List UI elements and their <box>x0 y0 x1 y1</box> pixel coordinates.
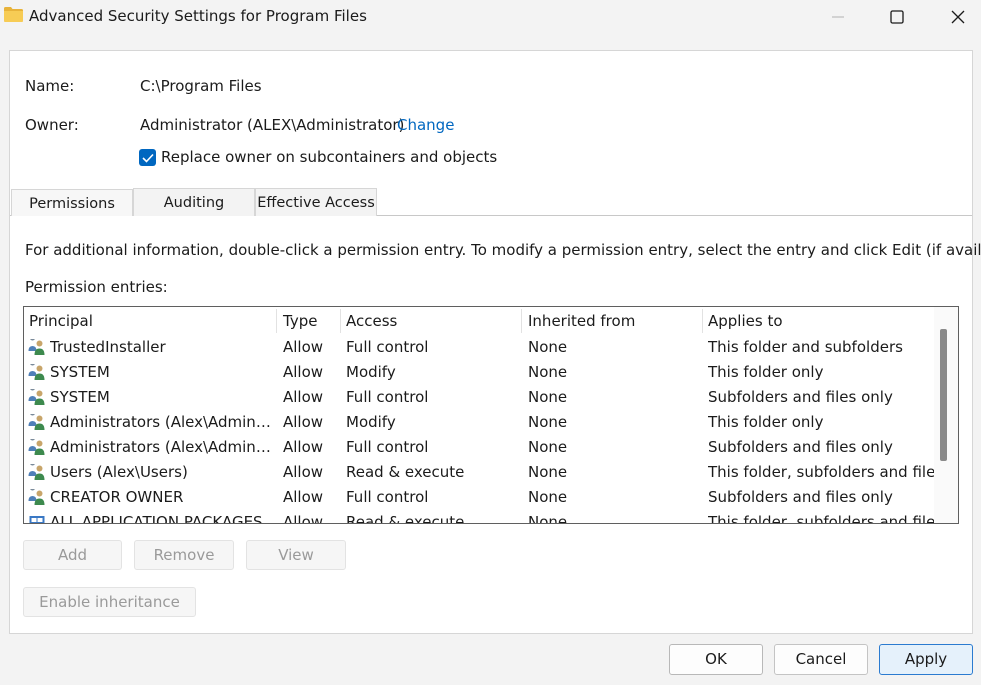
cell-type: Allow <box>283 513 324 524</box>
column-header-inherited-from[interactable]: Inherited from <box>528 312 635 330</box>
cell-type: Allow <box>283 338 324 356</box>
minimize-icon <box>832 16 844 18</box>
cell-access: Full control <box>346 488 429 506</box>
info-text: For additional information, double-click… <box>25 241 981 259</box>
cell-principal: ALL APPLICATION PACKAGES <box>50 513 263 524</box>
cell-applies-to: Subfolders and files only <box>708 488 893 506</box>
cell-type: Allow <box>283 488 324 506</box>
column-divider[interactable] <box>702 309 703 333</box>
cell-principal: Administrators (Alex\Administr... <box>50 438 274 456</box>
cell-principal: CREATOR OWNER <box>50 488 184 506</box>
cell-applies-to: This folder and subfolders <box>708 338 903 356</box>
users-icon <box>28 389 45 405</box>
window-title: Advanced Security Settings for Program F… <box>29 7 367 25</box>
list-header: Principal Type Access Inherited from App… <box>24 307 934 334</box>
view-button[interactable]: View <box>246 540 346 570</box>
column-divider[interactable] <box>521 309 522 333</box>
table-row[interactable]: TrustedInstaller Allow Full control None Thi… <box>24 335 934 360</box>
cell-type: Allow <box>283 363 324 381</box>
name-label: Name: <box>25 77 75 95</box>
table-row[interactable]: ALL APPLICATION PACKAGES Allow Read & exec… <box>24 510 934 524</box>
users-icon <box>28 439 45 455</box>
cell-applies-to: This folder, subfolders and files <box>708 463 934 481</box>
cancel-button[interactable]: Cancel <box>774 644 868 675</box>
cell-inherited-from: None <box>528 388 568 406</box>
cell-principal: TrustedInstaller <box>50 338 166 356</box>
table-row[interactable]: SYSTEM Allow Full control None Subfolders an… <box>24 385 934 410</box>
tab-effective-access[interactable]: Effective Access <box>255 188 377 216</box>
enable-inheritance-button[interactable]: Enable inheritance <box>23 587 196 617</box>
table-row[interactable]: Users (Alex\Users) Allow Read & execute Non… <box>24 460 934 485</box>
cell-access: Modify <box>346 363 396 381</box>
column-divider[interactable] <box>340 309 341 333</box>
remove-button[interactable]: Remove <box>134 540 234 570</box>
scrollbar-thumb[interactable] <box>940 329 947 461</box>
maximize-icon <box>890 10 904 24</box>
cell-principal: SYSTEM <box>50 363 110 381</box>
cell-principal: Administrators (Alex\Administr... <box>50 413 274 431</box>
cell-access: Full control <box>346 388 429 406</box>
close-icon <box>951 10 965 24</box>
users-icon <box>28 464 45 480</box>
apply-button[interactable]: Apply <box>879 644 973 675</box>
cell-applies-to: Subfolders and files only <box>708 388 893 406</box>
users-icon <box>28 339 45 355</box>
column-header-applies-to[interactable]: Applies to <box>708 312 783 330</box>
table-row[interactable]: SYSTEM Allow Modify None This folder only <box>24 360 934 385</box>
cell-access: Full control <box>346 438 429 456</box>
cell-access: Read & execute <box>346 513 465 524</box>
users-icon <box>28 414 45 430</box>
cell-access: Modify <box>346 413 396 431</box>
permission-entries-label: Permission entries: <box>25 278 168 296</box>
minimize-button[interactable] <box>815 0 861 34</box>
cell-access: Full control <box>346 338 429 356</box>
add-button[interactable]: Add <box>23 540 122 570</box>
cell-applies-to: Subfolders and files only <box>708 438 893 456</box>
users-icon <box>28 364 45 380</box>
cell-inherited-from: None <box>528 438 568 456</box>
cell-applies-to: This folder only <box>708 413 824 431</box>
table-row[interactable]: Administrators (Alex\Administr... Allow Fu… <box>24 435 934 460</box>
package-icon <box>29 516 45 523</box>
change-owner-link[interactable]: Change <box>397 116 454 134</box>
table-row[interactable]: Administrators (Alex\Administr... Allow Mo… <box>24 410 934 435</box>
cell-inherited-from: None <box>528 363 568 381</box>
cell-applies-to: This folder, subfolders and files <box>708 513 934 524</box>
tab-auditing[interactable]: Auditing <box>133 188 255 216</box>
owner-value: Administrator (ALEX\Administrator) <box>140 116 405 134</box>
owner-label: Owner: <box>25 116 79 134</box>
cell-type: Allow <box>283 413 324 431</box>
cell-access: Read & execute <box>346 463 465 481</box>
replace-owner-checkbox[interactable] <box>139 149 156 166</box>
title-bar: Advanced Security Settings for Program F… <box>0 0 981 34</box>
cell-principal: Users (Alex\Users) <box>50 463 188 481</box>
name-value: C:\Program Files <box>140 77 262 95</box>
main-panel: Name: C:\Program Files Owner: Administra… <box>9 50 981 634</box>
cell-inherited-from: None <box>528 513 568 524</box>
cell-inherited-from: None <box>528 338 568 356</box>
close-button[interactable] <box>935 0 981 34</box>
folder-icon <box>4 7 23 22</box>
column-header-type[interactable]: Type <box>283 312 317 330</box>
checkmark-icon <box>141 153 154 163</box>
table-row[interactable]: CREATOR OWNER Allow Full control None Subfol… <box>24 485 934 510</box>
ok-button[interactable]: OK <box>669 644 763 675</box>
tab-permissions[interactable]: Permissions <box>11 189 133 216</box>
cell-type: Allow <box>283 438 324 456</box>
cell-type: Allow <box>283 388 324 406</box>
cell-applies-to: This folder only <box>708 363 824 381</box>
cell-principal: SYSTEM <box>50 388 110 406</box>
replace-owner-label[interactable]: Replace owner on subcontainers and objec… <box>161 148 497 166</box>
permission-entries-list[interactable]: Principal Type Access Inherited from App… <box>23 306 959 524</box>
column-header-access[interactable]: Access <box>346 312 397 330</box>
column-divider[interactable] <box>276 309 277 333</box>
cell-inherited-from: None <box>528 463 568 481</box>
cell-inherited-from: None <box>528 413 568 431</box>
column-header-principal[interactable]: Principal <box>29 312 93 330</box>
cell-inherited-from: None <box>528 488 568 506</box>
cell-type: Allow <box>283 463 324 481</box>
maximize-button[interactable] <box>874 0 920 34</box>
users-icon <box>28 489 45 505</box>
